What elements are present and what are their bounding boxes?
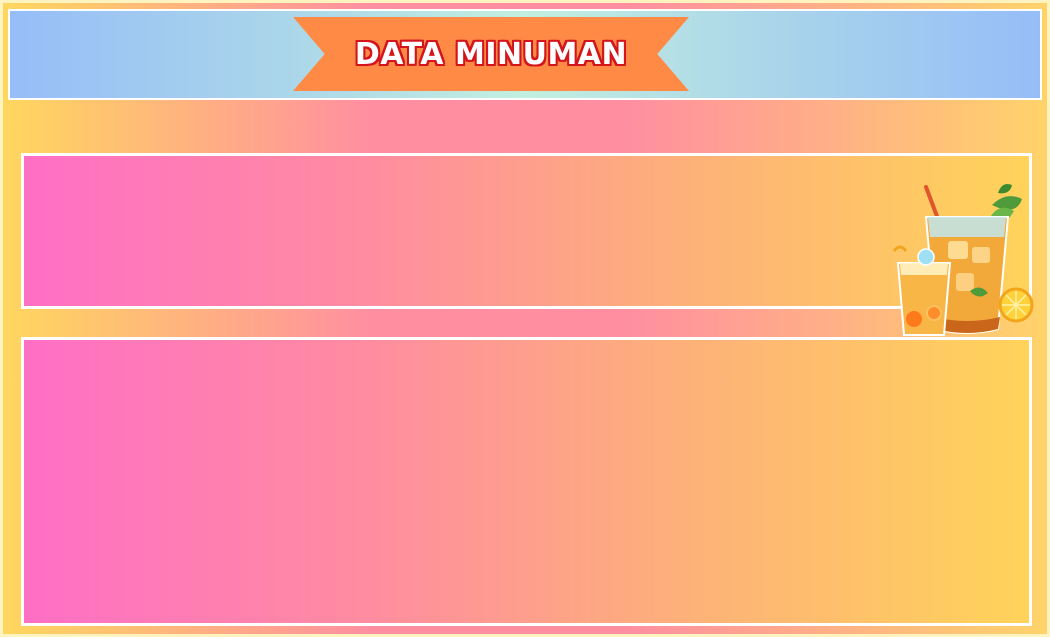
bottom-panel: [21, 337, 1032, 626]
page-title: DATA MINUMAN: [354, 36, 628, 72]
title-banner: DATA MINUMAN: [293, 17, 689, 91]
top-panel: [21, 153, 1032, 309]
iced-tea-drinks-icon: [892, 184, 1034, 336]
app-window: DATA MINUMAN: [0, 0, 1050, 637]
